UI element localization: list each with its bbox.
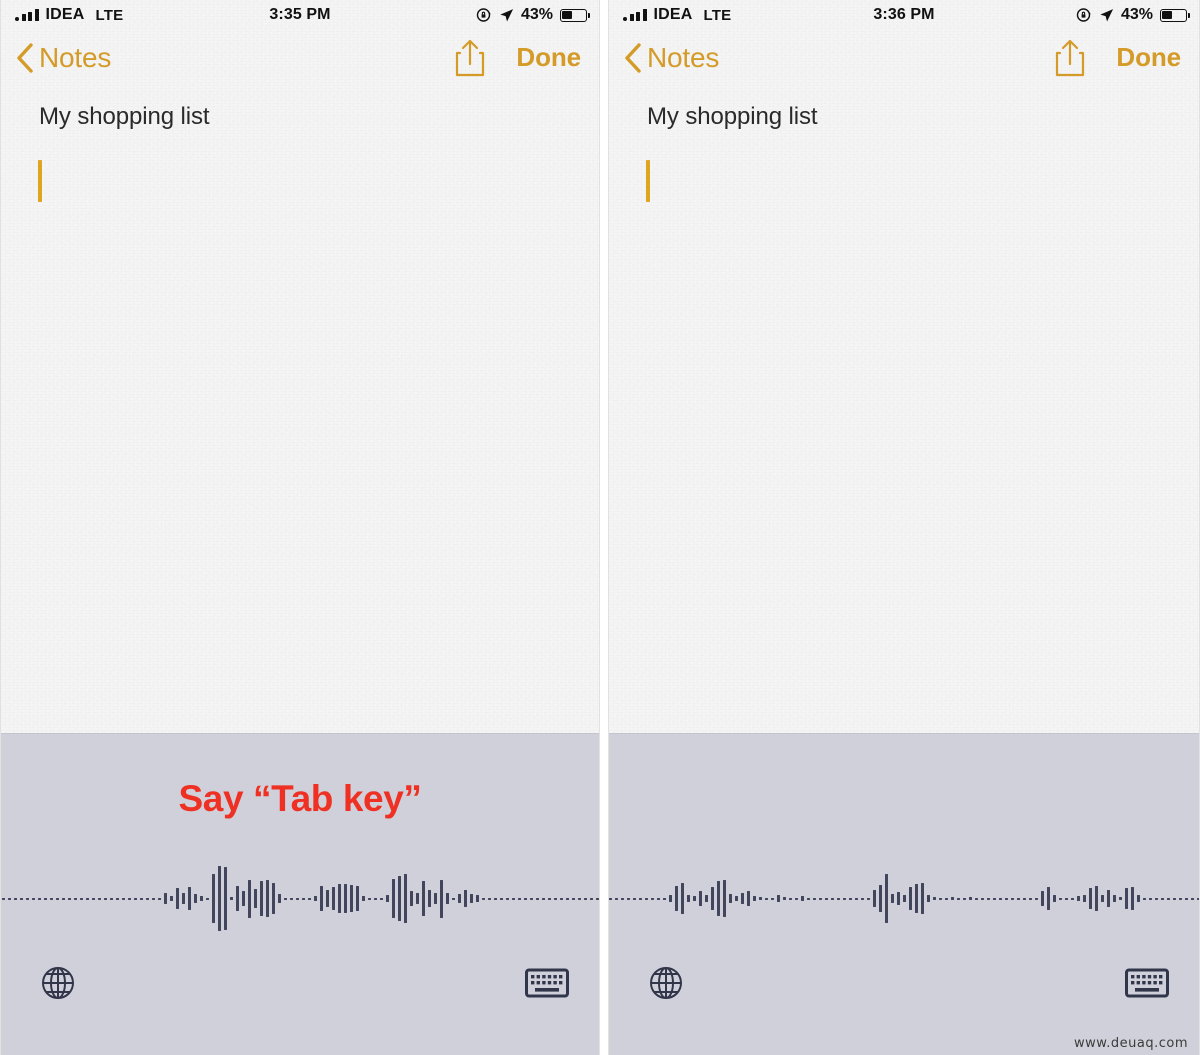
globe-icon[interactable] — [647, 964, 685, 1002]
share-icon[interactable] — [1054, 38, 1086, 78]
carrier-label: IDEA — [653, 6, 693, 23]
dictation-waveform — [609, 842, 1199, 955]
signal-strength-icon — [15, 9, 39, 21]
dictation-hint-annotation: Say “Tab key” — [178, 778, 422, 819]
status-bar-left: IDEA LTE — [15, 6, 123, 24]
navigation-bar-right: Done — [1054, 38, 1181, 78]
text-caret — [38, 160, 42, 202]
done-button[interactable]: Done — [516, 42, 581, 73]
battery-percent-label: 43% — [1120, 6, 1153, 23]
network-type-label: LTE — [95, 6, 124, 24]
battery-icon — [1160, 8, 1190, 22]
back-button-label: Notes — [647, 41, 720, 73]
back-to-notes-button[interactable]: Notes — [623, 42, 719, 74]
waveform-bars — [1, 864, 599, 934]
dictation-panel — [609, 733, 1199, 1055]
dictation-footer — [1, 955, 599, 1055]
status-bar-right: 43% — [476, 6, 590, 24]
signal-strength-icon — [623, 9, 647, 21]
status-bar: IDEA LTE 3:36 PM 43% — [609, 0, 1199, 30]
dictation-panel: Say “Tab key” — [1, 733, 599, 1055]
back-to-notes-button[interactable]: Notes — [15, 42, 111, 74]
chevron-left-icon — [17, 42, 33, 73]
location-arrow-icon — [1100, 8, 1114, 21]
dictation-waveform — [1, 842, 599, 955]
battery-icon — [560, 8, 590, 22]
screenshot-comparison: IDEA LTE 3:35 PM 43% Notes Done My shopp… — [0, 0, 1200, 1055]
phone-screen-left: IDEA LTE 3:35 PM 43% Notes Done My shopp… — [0, 0, 600, 1055]
note-title-text: My shopping list — [39, 103, 210, 130]
keyboard-icon[interactable] — [525, 967, 569, 999]
navigation-bar-right: Done — [454, 38, 581, 78]
carrier-label: IDEA — [45, 6, 85, 23]
site-watermark: www.deuaq.com — [1074, 1036, 1188, 1051]
text-caret — [646, 160, 650, 202]
globe-icon[interactable] — [39, 964, 77, 1002]
status-bar-left: IDEA LTE — [623, 6, 731, 24]
share-icon[interactable] — [454, 38, 486, 78]
keyboard-icon[interactable] — [1125, 967, 1169, 999]
note-editor-body[interactable]: My shopping list — [609, 85, 1199, 733]
waveform-bars — [609, 864, 1199, 934]
navigation-bar: Notes Done — [1, 30, 599, 85]
done-button[interactable]: Done — [1116, 42, 1181, 73]
chevron-left-icon — [625, 42, 641, 73]
back-button-label: Notes — [39, 41, 112, 73]
rotation-lock-icon — [476, 8, 491, 22]
rotation-lock-icon — [1076, 8, 1091, 22]
status-bar: IDEA LTE 3:35 PM 43% — [1, 0, 599, 30]
note-editor-body[interactable]: My shopping list — [1, 85, 599, 733]
phone-screen-right: IDEA LTE 3:36 PM 43% Notes Done My shopp… — [608, 0, 1200, 1055]
status-bar-right: 43% — [1076, 6, 1190, 24]
location-arrow-icon — [500, 8, 514, 21]
note-title-text: My shopping list — [647, 103, 818, 130]
navigation-bar: Notes Done — [609, 30, 1199, 85]
network-type-label: LTE — [703, 6, 732, 24]
battery-percent-label: 43% — [520, 6, 553, 23]
